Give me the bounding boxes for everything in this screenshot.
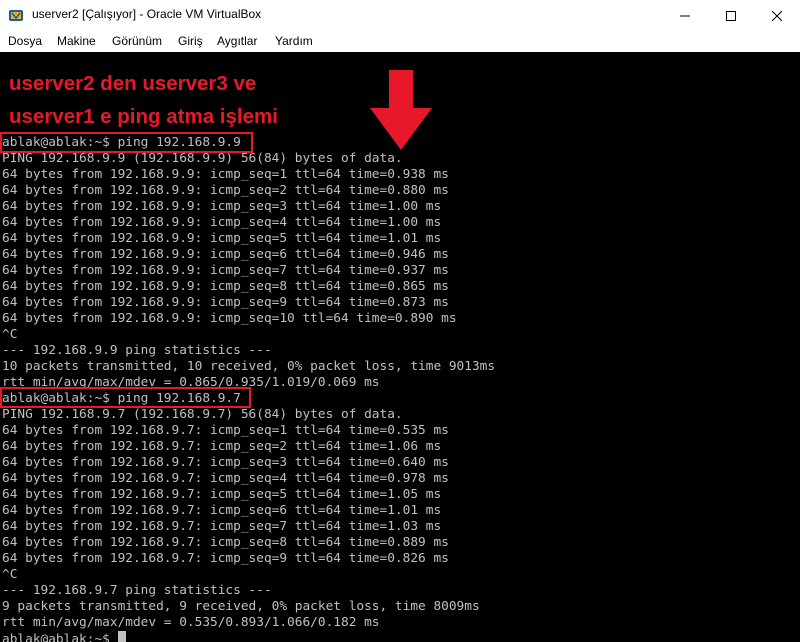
- terminal-line: 64 bytes from 192.168.9.7: icmp_seq=3 tt…: [2, 455, 449, 470]
- terminal-line: 64 bytes from 192.168.9.7: icmp_seq=7 tt…: [2, 519, 442, 534]
- terminal-prompt: ablak@ablak:~$: [2, 632, 118, 642]
- terminal-line: 64 bytes from 192.168.9.9: icmp_seq=5 tt…: [2, 231, 442, 246]
- maximize-icon: [726, 11, 736, 22]
- terminal-line: 64 bytes from 192.168.9.9: icmp_seq=3 tt…: [2, 199, 442, 214]
- terminal-line: 64 bytes from 192.168.9.9: icmp_seq=10 t…: [2, 311, 457, 326]
- minimize-icon: [680, 15, 690, 17]
- terminal-prompt-line: ablak@ablak:~$: [2, 631, 495, 642]
- terminal-line: PING 192.168.9.7 (192.168.9.7) 56(84) by…: [2, 407, 403, 422]
- close-icon: [771, 10, 783, 22]
- menu-giris[interactable]: Giriş: [178, 34, 203, 48]
- window-title: userver2 [Çalışıyor] - Oracle VM Virtual…: [32, 7, 262, 21]
- close-button[interactable]: [754, 0, 800, 30]
- terminal-line: ^C: [2, 327, 18, 342]
- terminal-line: 9 packets transmitted, 9 received, 0% pa…: [2, 599, 480, 614]
- menu-makine[interactable]: Makine: [57, 34, 96, 48]
- menu-gorunum[interactable]: Görünüm: [112, 34, 162, 48]
- terminal-line: 64 bytes from 192.168.9.9: icmp_seq=4 tt…: [2, 215, 442, 230]
- terminal-line: 64 bytes from 192.168.9.7: icmp_seq=9 tt…: [2, 551, 449, 566]
- maximize-button[interactable]: [708, 0, 754, 30]
- menu-bar: Dosya Makine Görünüm Giriş Aygıtlar Yard…: [0, 30, 800, 52]
- virtualbox-icon: [9, 10, 23, 21]
- annotation-line-2: userver1 e ping atma işlemi: [9, 105, 278, 128]
- menu-aygitlar[interactable]: Aygıtlar: [217, 34, 257, 48]
- terminal-line: 64 bytes from 192.168.9.9: icmp_seq=7 tt…: [2, 263, 449, 278]
- terminal-line: --- 192.168.9.7 ping statistics ---: [2, 583, 272, 598]
- highlight-box-ping-2: [0, 387, 251, 408]
- menu-yardim[interactable]: Yardım: [275, 34, 313, 48]
- terminal-line: 64 bytes from 192.168.9.9: icmp_seq=2 tt…: [2, 183, 449, 198]
- terminal-line: 64 bytes from 192.168.9.7: icmp_seq=6 tt…: [2, 503, 442, 518]
- terminal-line: 64 bytes from 192.168.9.9: icmp_seq=6 tt…: [2, 247, 449, 262]
- terminal-line: 64 bytes from 192.168.9.9: icmp_seq=8 tt…: [2, 279, 449, 294]
- terminal-line: 64 bytes from 192.168.9.9: icmp_seq=1 tt…: [2, 167, 449, 182]
- annotation-line-1: userver2 den userver3 ve: [9, 72, 257, 95]
- terminal-line: 64 bytes from 192.168.9.9: icmp_seq=9 tt…: [2, 295, 449, 310]
- terminal-line: 64 bytes from 192.168.9.7: icmp_seq=1 tt…: [2, 423, 449, 438]
- terminal-cursor: [117, 631, 126, 642]
- menu-dosya[interactable]: Dosya: [8, 34, 42, 48]
- terminal-line: 10 packets transmitted, 10 received, 0% …: [2, 359, 496, 374]
- terminal-line: 64 bytes from 192.168.9.7: icmp_seq=4 tt…: [2, 471, 449, 486]
- terminal-line: ^C: [2, 567, 18, 582]
- terminal-line: rtt min/avg/max/mdev = 0.535/0.893/1.066…: [2, 615, 380, 630]
- terminal-screen[interactable]: userver2 den userver3 ve userver1 e ping…: [0, 52, 800, 642]
- terminal-line: --- 192.168.9.9 ping statistics ---: [2, 343, 272, 358]
- terminal-line: PING 192.168.9.9 (192.168.9.9) 56(84) by…: [2, 151, 403, 166]
- window-titlebar: userver2 [Çalışıyor] - Oracle VM Virtual…: [0, 0, 800, 30]
- terminal-line: 64 bytes from 192.168.9.7: icmp_seq=8 tt…: [2, 535, 449, 550]
- highlight-box-ping-1: [0, 132, 253, 153]
- terminal-line: 64 bytes from 192.168.9.7: icmp_seq=5 tt…: [2, 487, 442, 502]
- terminal-line: 64 bytes from 192.168.9.7: icmp_seq=2 tt…: [2, 439, 442, 454]
- minimize-button[interactable]: [662, 0, 708, 30]
